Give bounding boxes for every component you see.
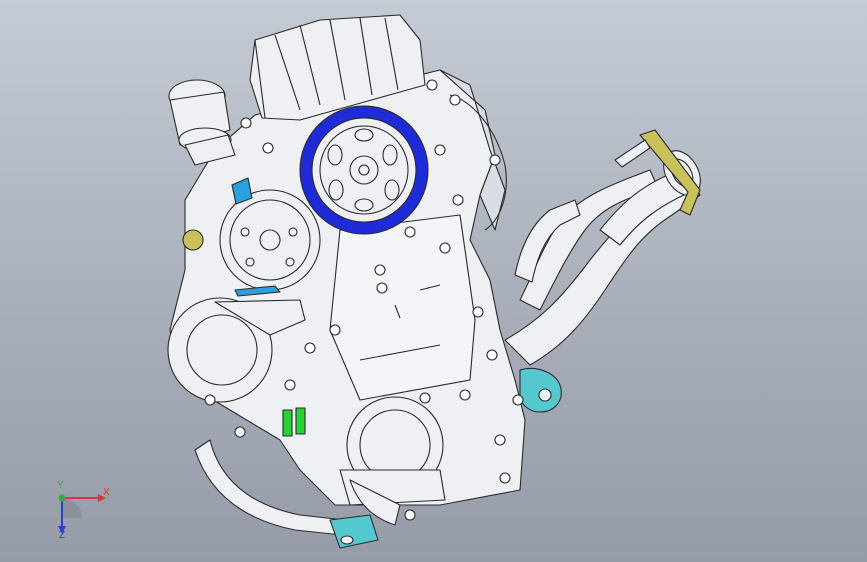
belt-tensioner[interactable] xyxy=(182,229,204,251)
axis-x-label: X xyxy=(103,487,110,498)
axis-z-label: Z xyxy=(59,530,66,541)
hose-clamp-2[interactable] xyxy=(295,407,306,435)
engine-model[interactable] xyxy=(0,0,867,562)
thermostat-housing[interactable] xyxy=(329,514,379,549)
water-pump-pulley[interactable] xyxy=(219,189,321,291)
graphics-viewport[interactable]: X Y Z xyxy=(0,0,867,562)
hose-clamp-1[interactable] xyxy=(282,409,293,437)
coordinate-triad[interactable]: X Y Z xyxy=(40,478,120,548)
exhaust-manifold[interactable] xyxy=(504,129,708,366)
cam-pulley[interactable] xyxy=(299,105,429,235)
axis-y-label: Y xyxy=(57,480,64,491)
oil-filter[interactable] xyxy=(168,79,236,166)
